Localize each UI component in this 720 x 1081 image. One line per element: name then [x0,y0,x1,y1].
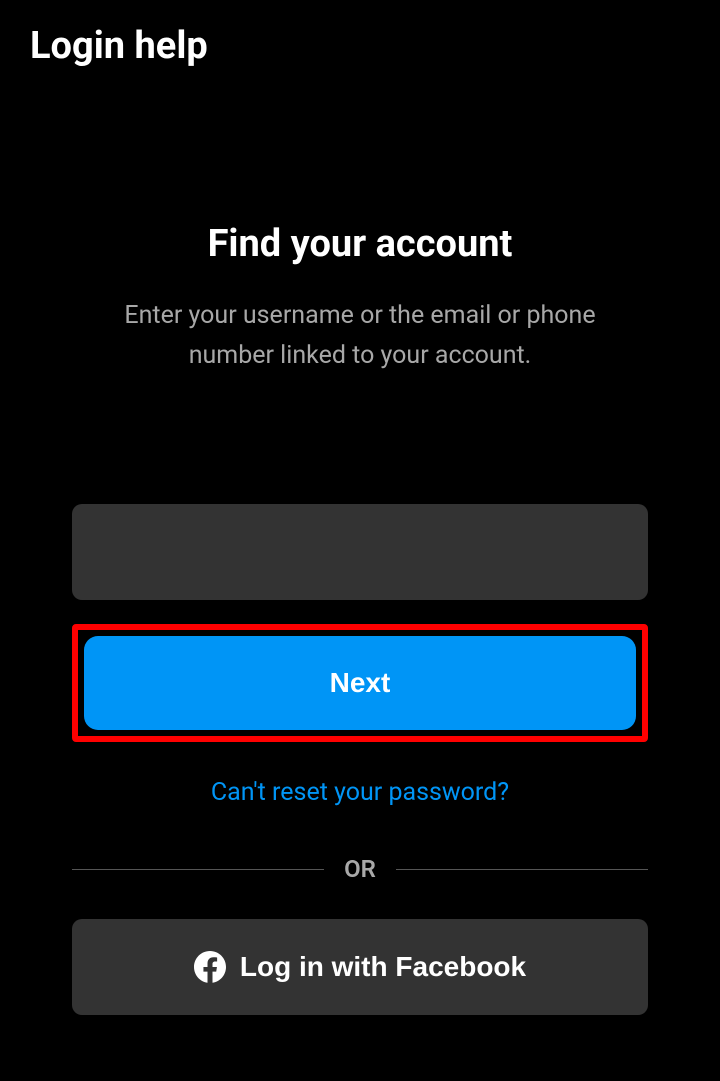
facebook-login-button[interactable]: Log in with Facebook [72,919,648,1015]
subtitle-text: Enter your username or the email or phon… [72,296,648,376]
content-area: Find your account Enter your username or… [0,222,720,1015]
divider: OR [72,855,648,883]
next-button[interactable]: Next [84,636,636,730]
header: Login help [0,0,720,92]
main-heading: Find your account [72,222,648,266]
facebook-icon [194,951,226,983]
divider-line-left [72,869,324,870]
highlight-annotation: Next [72,624,648,742]
divider-text: OR [344,855,376,883]
divider-line-right [396,869,648,870]
page-title: Login help [30,24,690,68]
account-input[interactable] [72,504,648,600]
reset-password-link[interactable]: Can't reset your password? [72,778,648,807]
facebook-button-label: Log in with Facebook [240,951,526,983]
